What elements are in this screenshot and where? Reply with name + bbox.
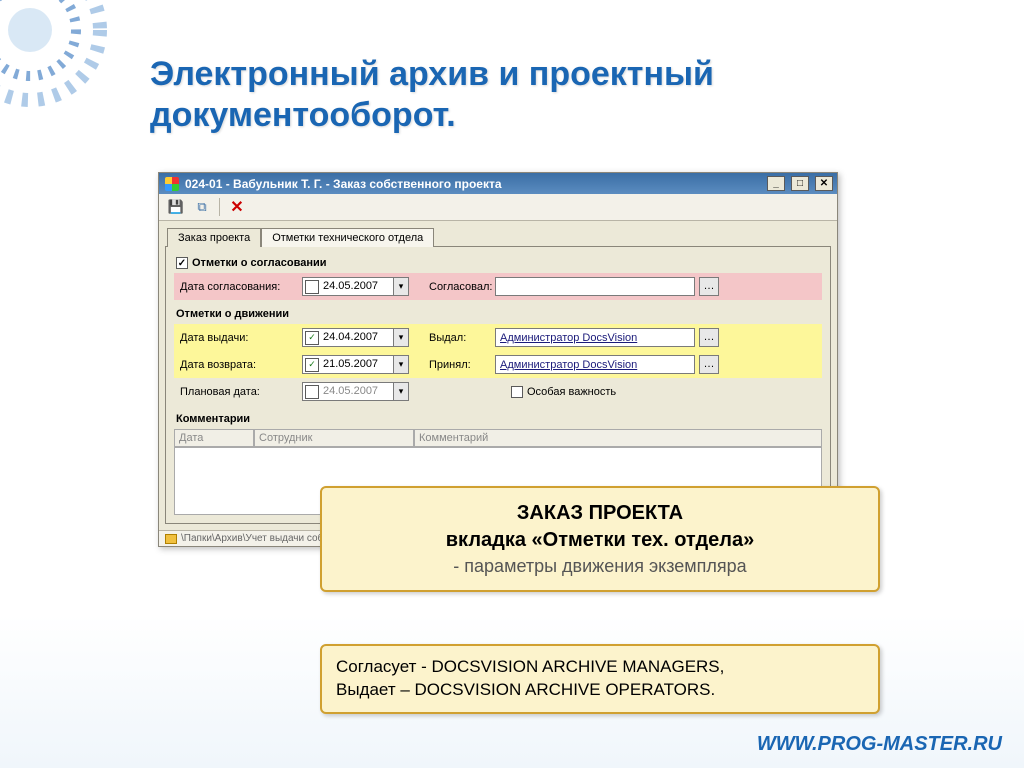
decorative-swirl bbox=[0, 0, 160, 160]
copy-icon[interactable]: ⧉ bbox=[193, 198, 211, 216]
window-title-text: 024-01 - Вабульник Т. Г. - Заказ собстве… bbox=[185, 177, 502, 191]
col-employee[interactable]: Сотрудник bbox=[254, 429, 414, 447]
planned-date-label: Плановая дата: bbox=[180, 386, 298, 398]
callout1-line2: вкладка «Отметки тех. отдела» bbox=[338, 527, 862, 554]
toolbar-separator bbox=[219, 198, 220, 216]
approver-browse-button[interactable]: … bbox=[699, 277, 719, 296]
close-button[interactable]: ✕ bbox=[815, 176, 833, 191]
approval-date-dropdown-icon[interactable]: ▾ bbox=[393, 278, 408, 295]
accepted-by-label: Принял: bbox=[413, 359, 491, 371]
return-row: Дата возврата: ✓ 21.05.2007 ▾ Принял: Ад… bbox=[174, 351, 822, 378]
issued-date-value: 24.04.2007 bbox=[321, 329, 393, 346]
callout1-line3: - параметры движения экземпляра bbox=[338, 554, 862, 578]
callout2-line2: Выдает – DOCSVISION ARCHIVE OPERATORS. bbox=[336, 679, 864, 702]
delete-icon[interactable]: ✕ bbox=[228, 198, 246, 216]
comments-group-text: Комментарии bbox=[176, 413, 250, 425]
callout2-line1: Согласует - DOCSVISION ARCHIVE MANAGERS, bbox=[336, 656, 864, 679]
planned-date-check-icon[interactable] bbox=[305, 385, 319, 399]
issued-by-browse-button[interactable]: … bbox=[699, 328, 719, 347]
approval-date-label: Дата согласования: bbox=[180, 281, 298, 293]
movement-group-text: Отметки о движении bbox=[176, 308, 289, 320]
approver-input[interactable] bbox=[495, 277, 695, 296]
issued-by-label: Выдал: bbox=[413, 332, 491, 344]
approval-date-row: Дата согласования: 24.05.2007 ▾ Согласов… bbox=[174, 273, 822, 300]
planned-date-dropdown-icon[interactable]: ▾ bbox=[393, 383, 408, 400]
app-icon bbox=[165, 177, 179, 191]
slide-title: Электронный архив и проектный документоо… bbox=[150, 54, 1024, 136]
approval-date-field[interactable]: 24.05.2007 ▾ bbox=[302, 277, 409, 296]
comments-table-header: Дата Сотрудник Комментарий bbox=[174, 429, 822, 447]
tab-order[interactable]: Заказ проекта bbox=[167, 228, 261, 247]
save-icon[interactable]: 💾 bbox=[167, 198, 185, 216]
comments-group-label: Комментарии bbox=[174, 411, 822, 429]
maximize-button[interactable]: □ bbox=[791, 176, 809, 191]
issued-date-check-icon[interactable]: ✓ bbox=[305, 331, 319, 345]
col-date[interactable]: Дата bbox=[174, 429, 254, 447]
titlebar: 024-01 - Вабульник Т. Г. - Заказ собстве… bbox=[159, 173, 837, 194]
accepted-by-browse-button[interactable]: … bbox=[699, 355, 719, 374]
minimize-button[interactable]: _ bbox=[767, 176, 785, 191]
planned-row: Плановая дата: 24.05.2007 ▾ Особая важно… bbox=[174, 378, 822, 405]
priority-checkbox[interactable] bbox=[511, 386, 523, 398]
issued-date-label: Дата выдачи: bbox=[180, 332, 298, 344]
tab-tech-dept-marks[interactable]: Отметки технического отдела bbox=[261, 228, 434, 247]
approval-group-label: ✓ Отметки о согласовании bbox=[174, 255, 822, 273]
priority-label: Особая важность bbox=[527, 386, 616, 398]
issued-date-field[interactable]: ✓ 24.04.2007 ▾ bbox=[302, 328, 409, 347]
issued-date-dropdown-icon[interactable]: ▾ bbox=[393, 329, 408, 346]
form-body: ✓ Отметки о согласовании Дата согласован… bbox=[165, 246, 831, 524]
accepted-by-input[interactable]: Администратор DocsVision bbox=[495, 355, 695, 374]
approval-date-check-icon[interactable] bbox=[305, 280, 319, 294]
callout1-line1: ЗАКАЗ ПРОЕКТА bbox=[338, 500, 862, 527]
tabs-row: Заказ проекта Отметки технического отдел… bbox=[159, 221, 837, 246]
callout-tab-description: ЗАКАЗ ПРОЕКТА вкладка «Отметки тех. отде… bbox=[320, 486, 880, 592]
approval-checkbox[interactable]: ✓ bbox=[176, 257, 188, 269]
planned-date-value: 24.05.2007 bbox=[321, 383, 393, 400]
planned-date-field[interactable]: 24.05.2007 ▾ bbox=[302, 382, 409, 401]
toolbar: 💾 ⧉ ✕ bbox=[159, 194, 837, 221]
return-date-check-icon[interactable]: ✓ bbox=[305, 358, 319, 372]
return-date-field[interactable]: ✓ 21.05.2007 ▾ bbox=[302, 355, 409, 374]
return-date-dropdown-icon[interactable]: ▾ bbox=[393, 356, 408, 373]
approval-group-text: Отметки о согласовании bbox=[192, 257, 327, 269]
approver-label: Согласовал: bbox=[413, 281, 491, 293]
callout-roles: Согласует - DOCSVISION ARCHIVE MANAGERS,… bbox=[320, 644, 880, 714]
return-date-label: Дата возврата: bbox=[180, 359, 298, 371]
col-comment[interactable]: Комментарий bbox=[414, 429, 822, 447]
issued-by-input[interactable]: Администратор DocsVision bbox=[495, 328, 695, 347]
return-date-value: 21.05.2007 bbox=[321, 356, 393, 373]
issued-row: Дата выдачи: ✓ 24.04.2007 ▾ Выдал: Админ… bbox=[174, 324, 822, 351]
folder-icon bbox=[165, 534, 177, 544]
footer-url: WWW.PROG-MASTER.RU bbox=[757, 733, 1002, 756]
approval-date-value: 24.05.2007 bbox=[321, 278, 393, 295]
movement-group-label: Отметки о движении bbox=[174, 306, 822, 324]
